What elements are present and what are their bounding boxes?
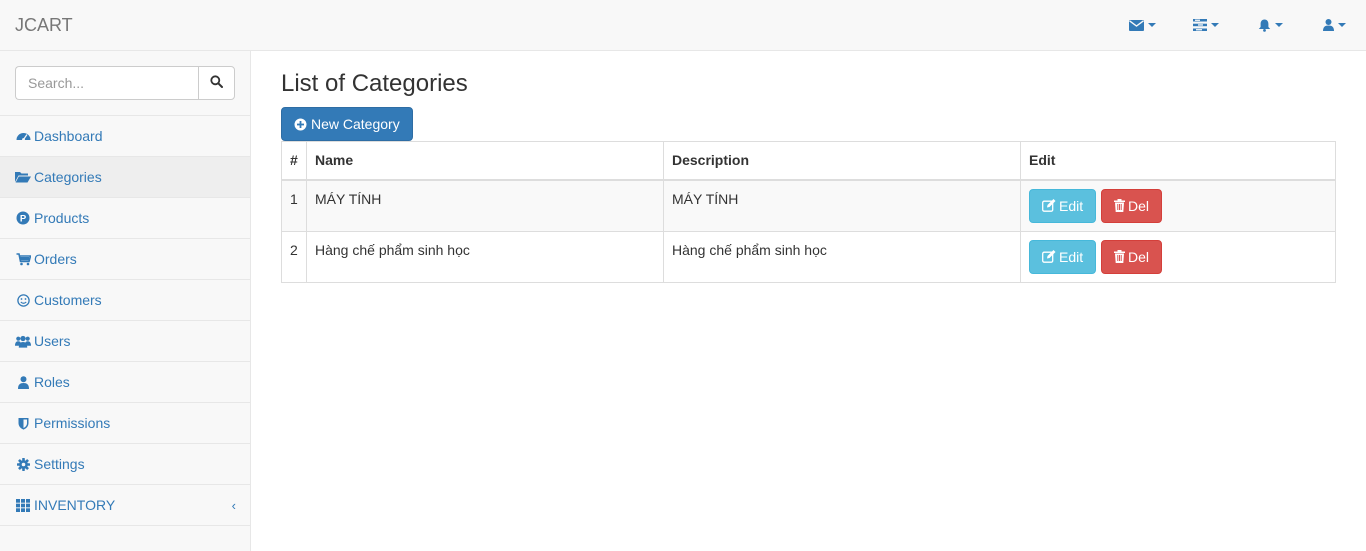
delete-label: Del (1128, 248, 1150, 265)
svg-text:P: P (20, 214, 27, 225)
product-icon: P (15, 211, 31, 225)
column-header-name: Name (306, 141, 664, 181)
column-header-description: Description (663, 141, 1021, 181)
envelope-icon (1128, 19, 1144, 31)
cell-name: Hàng chế phẩm sinh học (306, 230, 664, 283)
brand-logo[interactable]: JCART (15, 14, 73, 36)
edit-label: Edit (1059, 248, 1084, 265)
sidebar-item-label: Roles (34, 374, 70, 390)
edit-icon (1042, 199, 1056, 212)
user-icon (15, 375, 31, 389)
tasks-dropdown[interactable] (1174, 0, 1238, 50)
cart-icon (15, 252, 31, 266)
edit-label: Edit (1059, 197, 1084, 214)
grid-icon (15, 498, 31, 512)
navbar-right (1110, 0, 1366, 50)
bell-icon (1258, 19, 1271, 32)
messages-dropdown[interactable] (1110, 0, 1174, 50)
user-dropdown[interactable] (1302, 0, 1366, 50)
sidebar-item-label: Orders (34, 251, 77, 267)
trash-icon (1114, 199, 1126, 212)
alerts-dropdown[interactable] (1238, 0, 1302, 50)
caret-down-icon (1211, 23, 1219, 27)
user-icon (1322, 19, 1334, 31)
sidebar-search (0, 51, 250, 116)
sidebar: Dashboard Categories P Products Orders C… (0, 51, 251, 551)
edit-icon (1042, 250, 1056, 263)
search-button[interactable] (198, 66, 235, 100)
sidebar-item-label: Dashboard (34, 128, 103, 144)
sidebar-item-settings[interactable]: Settings (0, 444, 250, 485)
sidebar-item-dashboard[interactable]: Dashboard (0, 116, 250, 157)
search-icon (210, 75, 223, 91)
shield-icon (15, 416, 31, 430)
cell-description: Hàng chế phẩm sinh học (663, 230, 1021, 283)
new-category-button[interactable]: New Category (281, 107, 413, 141)
table-header-row: # Name Description Edit (281, 141, 1336, 181)
delete-button[interactable]: Del (1101, 239, 1163, 274)
cell-name: MÁY TÍNH (306, 179, 664, 232)
chevron-left-icon[interactable]: ‹ (232, 498, 236, 513)
sidebar-item-label: Customers (34, 292, 102, 308)
plus-circle-icon (294, 118, 307, 131)
caret-down-icon (1147, 23, 1156, 27)
delete-button[interactable]: Del (1101, 188, 1163, 223)
sidebar-item-label: Categories (34, 169, 102, 185)
sidebar-item-label: Settings (34, 456, 85, 472)
sidebar-item-orders[interactable]: Orders (0, 239, 250, 280)
delete-label: Del (1128, 197, 1150, 214)
sidebar-item-label: Permissions (34, 415, 111, 431)
cell-actions: Edit Del (1020, 179, 1336, 232)
cell-number: 1 (281, 179, 307, 232)
caret-down-icon (1337, 23, 1346, 27)
sidebar-item-roles[interactable]: Roles (0, 362, 250, 403)
table-row: 2 Hàng chế phẩm sinh học Hàng chế phẩm s… (281, 230, 1336, 283)
cell-number: 2 (281, 230, 307, 283)
tasks-icon (1193, 19, 1207, 31)
sidebar-item-categories[interactable]: Categories (0, 157, 250, 198)
search-input[interactable] (15, 66, 198, 100)
sidebar-item-users[interactable]: Users (0, 321, 250, 362)
column-header-number: # (281, 141, 307, 181)
table-row: 1 MÁY TÍNH MÁY TÍNH Edit Del (281, 179, 1336, 232)
page-title: List of Categories (281, 70, 468, 97)
folder-open-icon (15, 170, 31, 184)
users-icon (15, 334, 31, 348)
top-navbar: JCART (0, 0, 1366, 51)
categories-table: # Name Description Edit 1 MÁY TÍNH MÁY T… (281, 141, 1336, 283)
sidebar-item-inventory[interactable]: INVENTORY ‹ (0, 485, 250, 526)
new-category-label: New Category (311, 116, 400, 132)
sidebar-item-label: Products (34, 210, 90, 226)
smile-icon (15, 293, 31, 307)
gear-icon (15, 457, 31, 471)
trash-icon (1114, 250, 1126, 263)
cell-description: MÁY TÍNH (663, 179, 1021, 232)
cell-actions: Edit Del (1020, 230, 1336, 283)
column-header-edit: Edit (1020, 141, 1336, 181)
edit-button[interactable]: Edit (1029, 188, 1097, 223)
sidebar-item-label: Users (34, 333, 71, 349)
dashboard-icon (15, 129, 31, 143)
sidebar-item-products[interactable]: P Products (0, 198, 250, 239)
caret-down-icon (1274, 23, 1283, 27)
sidebar-item-customers[interactable]: Customers (0, 280, 250, 321)
sidebar-item-label: INVENTORY (34, 497, 116, 513)
sidebar-item-permissions[interactable]: Permissions (0, 403, 250, 444)
edit-button[interactable]: Edit (1029, 239, 1097, 274)
